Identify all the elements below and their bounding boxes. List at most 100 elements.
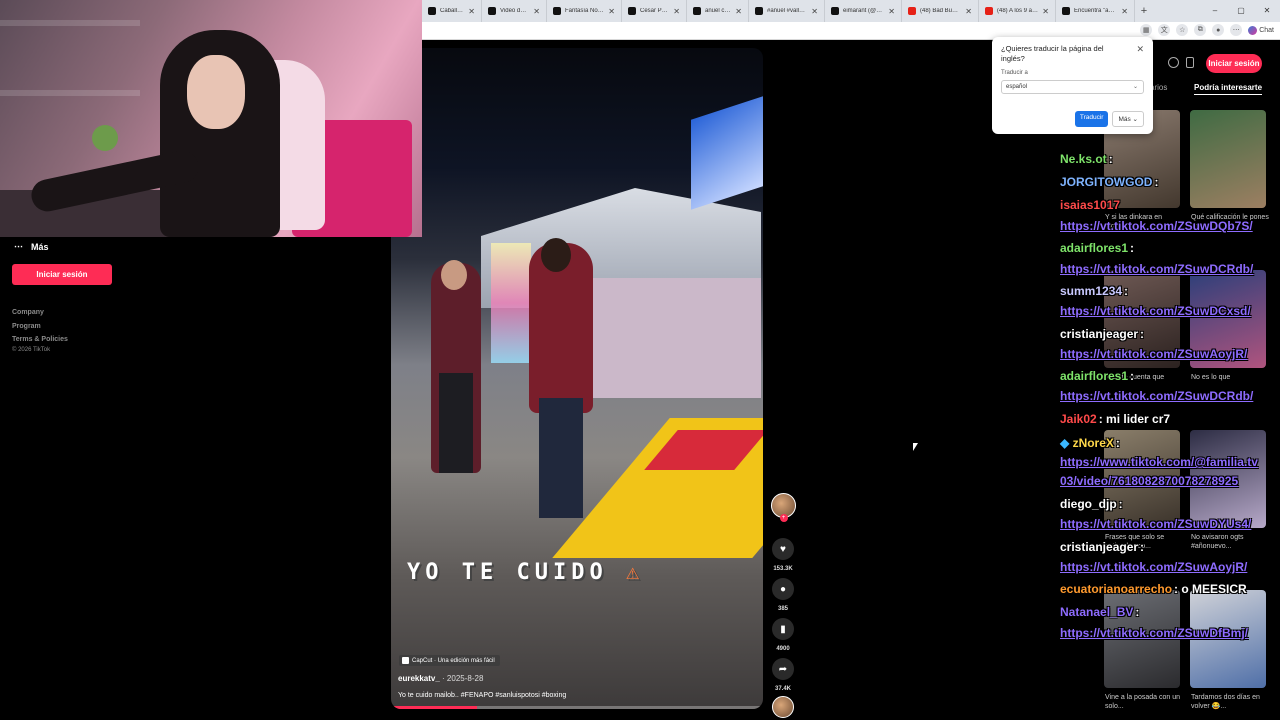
tab-you-may-like[interactable]: Podría interesarte (1194, 83, 1263, 95)
chat-username[interactable]: cristianjeager (1060, 327, 1138, 341)
footer-link-company[interactable]: Company (12, 306, 68, 320)
login-button[interactable]: Iniciar sesión (12, 264, 112, 285)
footer-link-terms[interactable]: Terms & Policies (12, 333, 68, 347)
menu-icon[interactable]: ⋯ (1230, 24, 1243, 36)
new-tab-button[interactable]: + (1135, 5, 1153, 17)
browser-tab[interactable]: (48) Bad Bunny la✕ (902, 0, 979, 22)
browser-tab[interactable]: Fantasía Nova de✕ (547, 0, 622, 22)
tab-close-icon[interactable]: ✕ (1042, 7, 1049, 16)
tab-close-icon[interactable]: ✕ (468, 7, 475, 16)
tab-close-icon[interactable]: ✕ (533, 7, 540, 16)
tab-close-icon[interactable]: ✕ (811, 7, 818, 16)
browser-tab[interactable]: Cesar Pantoja Cre ✕ (622, 0, 687, 22)
video-title: Tardamos dos días en volver 😂... (1191, 694, 1260, 710)
video-person-left-head (441, 260, 467, 290)
chat-link[interactable]: https://vt.tiktok.com/ZSuwDfBmj/ (1060, 626, 1248, 640)
recommended-video[interactable]: Qué calificación le pones #bod... (1190, 110, 1269, 230)
chat-username[interactable]: Jaik02 (1060, 412, 1097, 426)
chat-link[interactable]: https://vt.tiktok.com/ZSuwAoyjR/ (1060, 347, 1247, 361)
chat-username[interactable]: Ne.ks.ot (1060, 152, 1107, 166)
tiktok-icon (1062, 7, 1070, 15)
browser-tab[interactable]: Encuentra "amaru ✕ (1056, 0, 1135, 22)
chat-link[interactable]: https://vt.tiktok.com/ZSuwAoyjR/ (1060, 560, 1247, 574)
tiktok-icon (628, 7, 636, 15)
grid-icon[interactable]: ▦ (1140, 24, 1153, 36)
like-button[interactable]: ♥ (772, 538, 794, 560)
tab-title: (48) A los 9 años (997, 8, 1039, 14)
comment-icon: ● (779, 583, 787, 595)
chevron-down-icon: ⌄ (1132, 116, 1138, 123)
tab-close-icon[interactable]: ✕ (965, 7, 972, 16)
video-title: No es lo que (1191, 374, 1231, 381)
chat-username[interactable]: zNoreX (1073, 436, 1114, 450)
tab-close-icon[interactable]: ✕ (673, 7, 680, 16)
chat-link[interactable]: https://vt.tiktok.com/ZSuwDCxsd/ (1060, 304, 1251, 318)
creator-avatar[interactable]: + (770, 493, 796, 522)
star-icon[interactable]: ☆ (1176, 24, 1189, 36)
chat-username[interactable]: isaias1017 (1060, 198, 1120, 212)
chat-username[interactable]: Natanael_BV (1060, 605, 1133, 619)
more-button[interactable]: Más ⌄ (1112, 111, 1144, 127)
close-icon[interactable]: ✕ (1136, 44, 1144, 55)
chat-message: 03/video/7618082870078278925 (1060, 474, 1238, 488)
video-title: Vine a la posada con un solo... (1105, 694, 1180, 710)
save-button[interactable]: ▮ (772, 618, 794, 640)
chat-username[interactable]: adairflores1 (1060, 369, 1128, 383)
browser-tab[interactable]: Video de Braulio R✕ (482, 0, 547, 22)
sidebar-item-more[interactable]: ⋯ Más (14, 241, 49, 252)
browser-tab[interactable]: (48) A los 9 años ✕ (979, 0, 1056, 22)
follow-plus-icon[interactable]: + (779, 514, 788, 522)
chat-button[interactable]: Chat (1248, 25, 1274, 35)
minimize-button[interactable]: – (1202, 0, 1228, 22)
capcut-badge[interactable]: CapCut · Una edición más fácil (399, 655, 500, 666)
chat-message: Natanael_BV: (1060, 605, 1139, 619)
chat-username[interactable]: adairflores1 (1060, 241, 1128, 255)
tab-close-icon[interactable]: ✕ (1121, 7, 1128, 16)
share-button[interactable]: ➦ (772, 658, 794, 680)
browser-tab[interactable]: eimarant (@eima ✕ (825, 0, 902, 22)
chat-username[interactable]: diego_djp (1060, 497, 1117, 511)
chat-link[interactable]: https://vt.tiktok.com/ZSuwDYUs4/ (1060, 517, 1251, 531)
language-select[interactable]: español ⌄ (1001, 80, 1144, 94)
chat-message: summ1234: (1060, 284, 1128, 298)
chat-message: adairflores1: (1060, 369, 1134, 383)
tab-close-icon[interactable]: ✕ (888, 7, 895, 16)
capcut-label: CapCut · Una edición más fácil (412, 657, 495, 664)
translate-icon[interactable]: 文 (1158, 24, 1171, 36)
chat-link[interactable]: https://vt.tiktok.com/ZSuwDCRdb/ (1060, 389, 1253, 403)
overlay-text-main: YO TE CUIDO (407, 560, 608, 585)
chat-username[interactable]: cristianjeager (1060, 540, 1138, 554)
chat-username[interactable]: summ1234 (1060, 284, 1122, 298)
webcam-plant (92, 125, 118, 151)
chat-link[interactable]: https://vt.tiktok.com/ZSuwDCRdb/ (1060, 262, 1253, 276)
compass-icon[interactable] (1168, 57, 1179, 68)
tab-title: Encuentra "amaru (1074, 8, 1117, 14)
profile-icon[interactable]: ● (1212, 24, 1225, 36)
sound-avatar[interactable] (772, 696, 794, 718)
translate-button[interactable]: Traducir (1074, 111, 1109, 127)
chat-username[interactable]: ecuatorianoarrecho (1060, 582, 1172, 596)
video-author[interactable]: eurekkatv_ · 2025-8-28 (398, 674, 483, 683)
tab-close-icon[interactable]: ✕ (608, 7, 615, 16)
footer-link-program[interactable]: Program (12, 320, 68, 334)
login-button-right[interactable]: Iniciar sesión (1206, 54, 1262, 73)
device-icon[interactable] (1186, 57, 1194, 68)
video-progress-bar[interactable] (391, 706, 763, 709)
maximize-button[interactable]: ▢ (1228, 0, 1254, 22)
video-thumbnail (1190, 110, 1266, 208)
tiktok-icon (693, 7, 701, 15)
close-window-button[interactable]: ✕ (1254, 0, 1280, 22)
webcam-shelf (0, 90, 140, 96)
browser-tab[interactable]: Caballo Lip Sync C ✕ (422, 0, 482, 22)
chat-link[interactable]: https://www.tiktok.com/@familia.tv (1060, 455, 1258, 469)
share-icon: ➦ (778, 663, 788, 675)
tab-close-icon[interactable]: ✕ (735, 7, 742, 16)
extensions-icon[interactable]: ⧉ (1194, 24, 1207, 36)
comment-button[interactable]: ● (772, 578, 794, 600)
chat-link[interactable]: https://vt.tiktok.com/ZSuwDQb7S/ (1060, 219, 1253, 233)
video-player[interactable]: YO TE CUIDO ⚠ CapCut · Una edición más f… (391, 48, 763, 709)
browser-tab[interactable]: anuel cantando vs✕ (687, 0, 749, 22)
chat-username[interactable]: JORGITOWGOD (1060, 175, 1152, 189)
chat-link[interactable]: 03/video/7618082870078278925 (1060, 474, 1238, 488)
browser-tab[interactable]: #anuel #vallenatu ✕ (749, 0, 825, 22)
